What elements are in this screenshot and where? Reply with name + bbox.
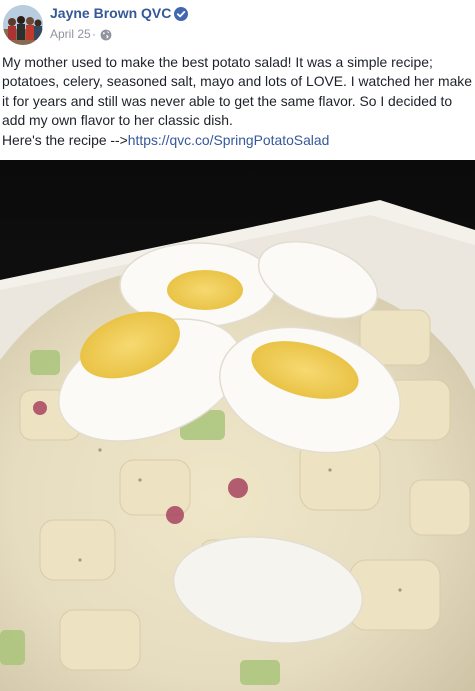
author-name[interactable]: Jayne Brown QVC: [50, 5, 171, 21]
recipe-prefix: Here's the recipe -->: [2, 131, 128, 148]
facebook-post: Jayne Brown QVC April 25 · My mother use…: [0, 0, 475, 691]
post-text-line: My mother used to make the best potato s…: [2, 54, 433, 70]
post-photo[interactable]: [0, 160, 475, 691]
globe-icon[interactable]: [100, 29, 112, 41]
post-body: My mother used to make the best potato s…: [2, 53, 472, 150]
recipe-line: Here's the recipe -->https://qvc.co/Spri…: [2, 131, 472, 150]
post-timestamp[interactable]: April 25: [50, 27, 91, 41]
post-text-line: add my own flavor to her classic dish.: [2, 112, 233, 129]
author-avatar[interactable]: [3, 5, 43, 45]
post-header: Jayne Brown QVC April 25 ·: [0, 0, 475, 50]
meta-separator: ·: [92, 27, 96, 41]
verified-badge-icon: [174, 7, 188, 21]
post-text-line: it for years and still was never able to…: [2, 92, 453, 109]
avatar-photo: [3, 5, 43, 45]
post-text-line: potatoes, celery, seasoned salt, mayo an…: [2, 73, 472, 90]
recipe-link[interactable]: https://qvc.co/SpringPotatoSalad: [128, 132, 330, 148]
